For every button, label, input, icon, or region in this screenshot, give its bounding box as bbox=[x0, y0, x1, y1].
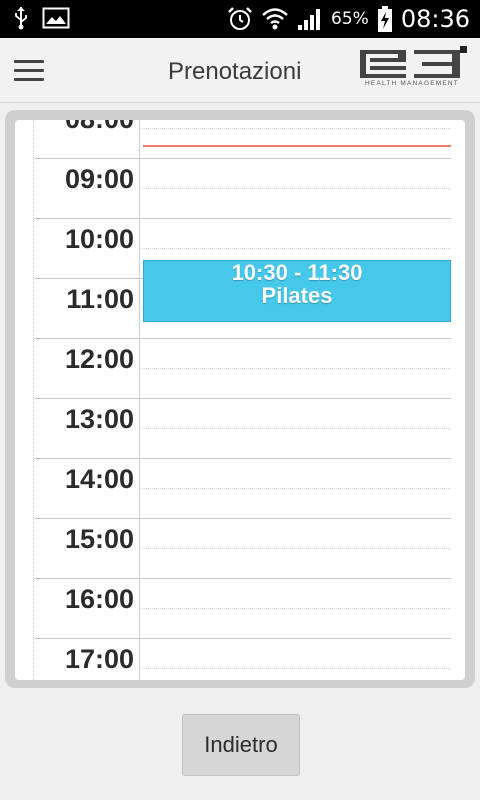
hour-gridline bbox=[34, 518, 451, 519]
hour-row[interactable]: 17:00 bbox=[34, 638, 451, 680]
hour-row[interactable]: 13:00 bbox=[34, 398, 451, 458]
wifi-icon bbox=[262, 8, 288, 30]
alarm-icon bbox=[228, 7, 252, 30]
hour-label: 09:00 bbox=[64, 164, 134, 194]
hour-label: 16:00 bbox=[64, 584, 134, 614]
back-button[interactable]: Indietro bbox=[182, 714, 300, 776]
current-time-indicator bbox=[143, 145, 451, 147]
half-hour-gridline bbox=[142, 188, 451, 189]
hour-label: 10:00 bbox=[64, 224, 134, 254]
half-hour-gridline bbox=[142, 128, 451, 129]
logo-tagline: HEALTH MANAGEMENT bbox=[365, 80, 459, 87]
hour-row[interactable]: 09:00 bbox=[34, 158, 451, 218]
hour-gridline bbox=[34, 158, 451, 159]
half-hour-gridline bbox=[142, 608, 451, 609]
hour-gridline bbox=[34, 578, 451, 579]
status-bar: 65% 08:36 bbox=[0, 0, 480, 38]
hour-row[interactable]: 15:00 bbox=[34, 518, 451, 578]
hamburger-menu-icon[interactable] bbox=[14, 60, 44, 82]
event-title: Pilates bbox=[261, 283, 333, 308]
hour-label: 14:00 bbox=[64, 464, 134, 494]
half-hour-gridline bbox=[142, 248, 451, 249]
hour-row[interactable]: 14:00 bbox=[34, 458, 451, 518]
signal-icon bbox=[298, 9, 321, 30]
calendar-day-view[interactable]: 08:00 09:00 10:00 11:00 12:00 13:00 14:00 15:00… bbox=[15, 120, 465, 680]
brand-logo: HEALTH MANAGEMENT bbox=[356, 46, 468, 96]
hour-label: 17:00 bbox=[64, 644, 134, 674]
system-icons: 65% 08:36 bbox=[227, 0, 470, 38]
half-hour-gridline bbox=[142, 368, 451, 369]
usb-icon bbox=[15, 7, 27, 30]
hour-gridline bbox=[34, 458, 451, 459]
calendar-frame: 08:00 09:00 10:00 11:00 12:00 13:00 14:00 15:00… bbox=[5, 110, 475, 688]
half-hour-gridline bbox=[142, 548, 451, 549]
event-time: 10:30 - 11:30 bbox=[231, 260, 363, 285]
hour-label: 12:00 bbox=[64, 344, 134, 374]
hour-label: 15:00 bbox=[64, 524, 134, 554]
hour-label: 11:00 bbox=[66, 284, 134, 314]
hour-gridline bbox=[34, 338, 451, 339]
notification-icons bbox=[14, 6, 70, 30]
hour-gridline bbox=[34, 218, 451, 219]
logo-mark-icon bbox=[360, 46, 467, 78]
hour-label: 13:00 bbox=[64, 404, 134, 434]
battery-percentage: 65% bbox=[331, 9, 369, 29]
hour-label: 08:00 bbox=[34, 120, 134, 135]
hour-row[interactable]: 08:00 bbox=[34, 120, 451, 158]
hour-row[interactable]: 12:00 bbox=[34, 338, 451, 398]
page-title: Prenotazioni bbox=[168, 58, 302, 85]
booking-event[interactable]: 10:30 - 11:30 Pilates bbox=[143, 260, 451, 322]
half-hour-gridline bbox=[142, 668, 451, 669]
half-hour-gridline bbox=[142, 488, 451, 489]
image-icon bbox=[42, 7, 70, 29]
battery-charging-icon bbox=[377, 6, 392, 32]
clock: 08:36 bbox=[400, 5, 470, 33]
calendar-grid: 08:00 09:00 10:00 11:00 12:00 13:00 14:00 15:00… bbox=[15, 120, 465, 680]
hour-gridline bbox=[34, 398, 451, 399]
half-hour-gridline bbox=[142, 428, 451, 429]
hour-row[interactable]: 16:00 bbox=[34, 578, 451, 638]
hour-gridline bbox=[34, 638, 451, 639]
